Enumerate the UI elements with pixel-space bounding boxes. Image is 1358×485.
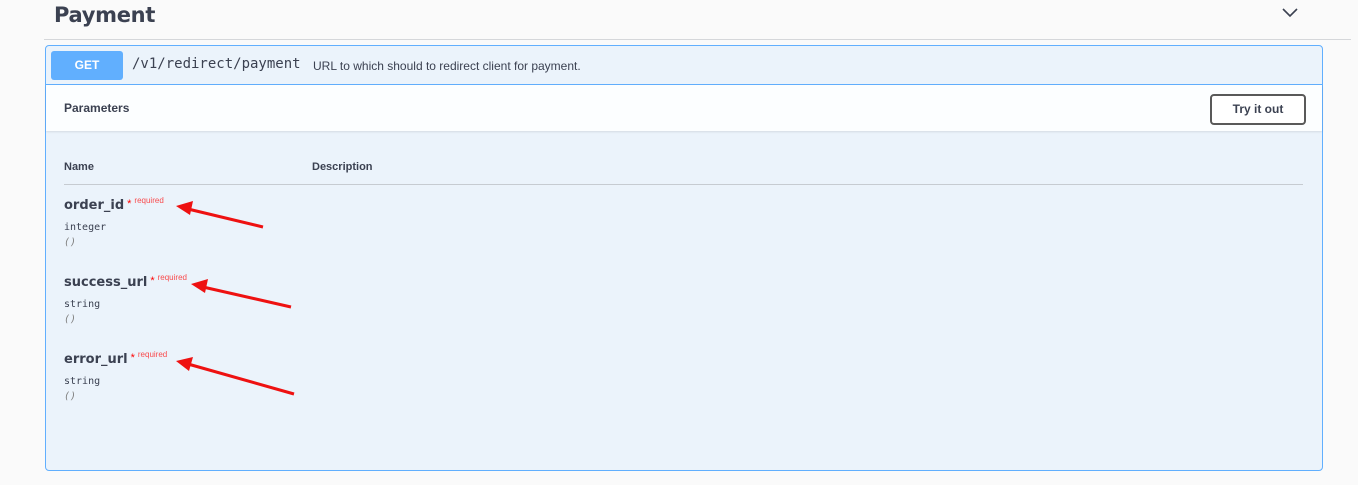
column-header-name: Name <box>64 161 94 173</box>
parameters-title: Parameters <box>64 101 130 115</box>
section-header[interactable]: Payment <box>44 0 1351 40</box>
method-badge: GET <box>51 51 123 80</box>
parameter-row: order_id * required integer () <box>64 196 164 248</box>
required-label: required <box>157 273 187 282</box>
parameter-type: integer <box>64 222 107 233</box>
parameter-type: string <box>64 299 101 310</box>
operation-description: URL to which should to redirect client f… <box>313 59 581 73</box>
chevron-down-icon[interactable] <box>1281 6 1299 20</box>
column-header-description: Description <box>312 161 373 173</box>
required-label: required <box>134 196 164 205</box>
parameter-name: order_id <box>64 198 125 213</box>
parameters-header: Parameters Try it out <box>46 85 1322 131</box>
parameter-type: string <box>64 376 101 387</box>
required-star: * <box>130 352 135 364</box>
parameter-location: () <box>64 391 77 402</box>
parameter-location: () <box>64 314 77 325</box>
header-divider <box>64 184 1303 185</box>
parameter-location: () <box>64 237 77 248</box>
parameter-row: success_url * required string () <box>64 273 187 325</box>
required-label: required <box>137 350 168 359</box>
try-it-out-button[interactable]: Try it out <box>1210 94 1306 125</box>
parameter-name: error_url <box>64 352 128 367</box>
section-title: Payment <box>54 3 156 27</box>
parameter-row: error_url * required string () <box>64 350 167 402</box>
operation-block: GET /v1/redirect/payment URL to which sh… <box>45 45 1323 471</box>
parameter-name: success_url <box>64 275 148 290</box>
required-star: * <box>150 275 155 287</box>
required-star: * <box>127 198 132 210</box>
operation-summary[interactable]: GET /v1/redirect/payment URL to which sh… <box>46 46 1322 85</box>
operation-path: /v1/redirect/payment <box>132 56 301 72</box>
